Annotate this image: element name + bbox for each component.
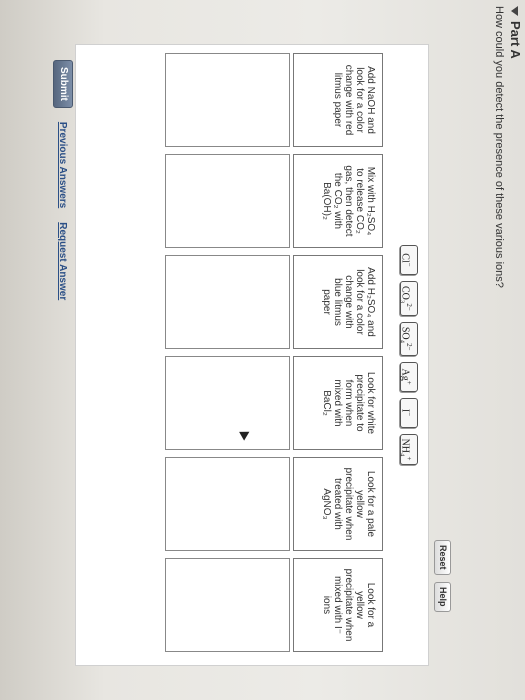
help-button[interactable]: Help	[434, 582, 451, 612]
drop-target[interactable]	[165, 154, 290, 248]
method-card: Add NaOH and look for a color change wit…	[293, 53, 383, 147]
collapse-triangle-icon[interactable]	[510, 6, 518, 16]
request-answer-link[interactable]: Request Answer	[58, 222, 69, 300]
ion-chip-bank: Cl− CO₃2− SO₄2− Ag+ I− NH₄+	[400, 245, 418, 466]
answer-footer: Submit Previous Answers Request Answer	[53, 60, 73, 300]
ion-chip-iodide[interactable]: I−	[400, 397, 418, 428]
sorting-panel: Cl− CO₃2− SO₄2− Ag+ I− NH₄+ Add NaOH and…	[75, 44, 429, 666]
drop-target[interactable]	[165, 457, 290, 551]
question-text: How could you detect the presence of the…	[493, 6, 505, 288]
drop-target[interactable]	[165, 558, 290, 652]
method-card: Look for a yellow precipitate when mixed…	[293, 558, 383, 652]
method-card: Look for white precipitate to form when …	[293, 356, 383, 450]
drop-target[interactable]	[165, 255, 290, 349]
method-card-row: Add NaOH and look for a color change wit…	[293, 53, 383, 652]
method-card: Mix with H₂SO₄ to release CO₂ gas, then …	[293, 154, 383, 248]
drop-target-row	[165, 53, 290, 652]
part-label: Part A	[508, 21, 523, 59]
drop-target[interactable]	[165, 356, 290, 450]
part-header[interactable]: Part A	[508, 6, 523, 59]
previous-answers-link[interactable]: Previous Answers	[58, 122, 69, 208]
reset-button[interactable]: Reset	[434, 540, 451, 575]
screen-photo: Part A How could you detect the presence…	[0, 0, 525, 700]
submit-button[interactable]: Submit	[53, 60, 73, 108]
method-card: Add H₂SO₄ and look for a color change wi…	[293, 255, 383, 349]
method-card: Look for a pale yellow precipitate when …	[293, 457, 383, 551]
drop-target[interactable]	[165, 53, 290, 147]
ion-chip-chloride[interactable]: Cl−	[400, 245, 418, 275]
ion-chip-silver[interactable]: Ag+	[400, 361, 418, 392]
problem-canvas: Part A How could you detect the presence…	[0, 0, 525, 700]
ion-chip-carbonate[interactable]: CO₃2−	[400, 281, 418, 316]
ion-chip-sulfate[interactable]: SO₄2−	[400, 321, 418, 356]
ion-chip-ammonium[interactable]: NH₄+	[400, 433, 418, 466]
